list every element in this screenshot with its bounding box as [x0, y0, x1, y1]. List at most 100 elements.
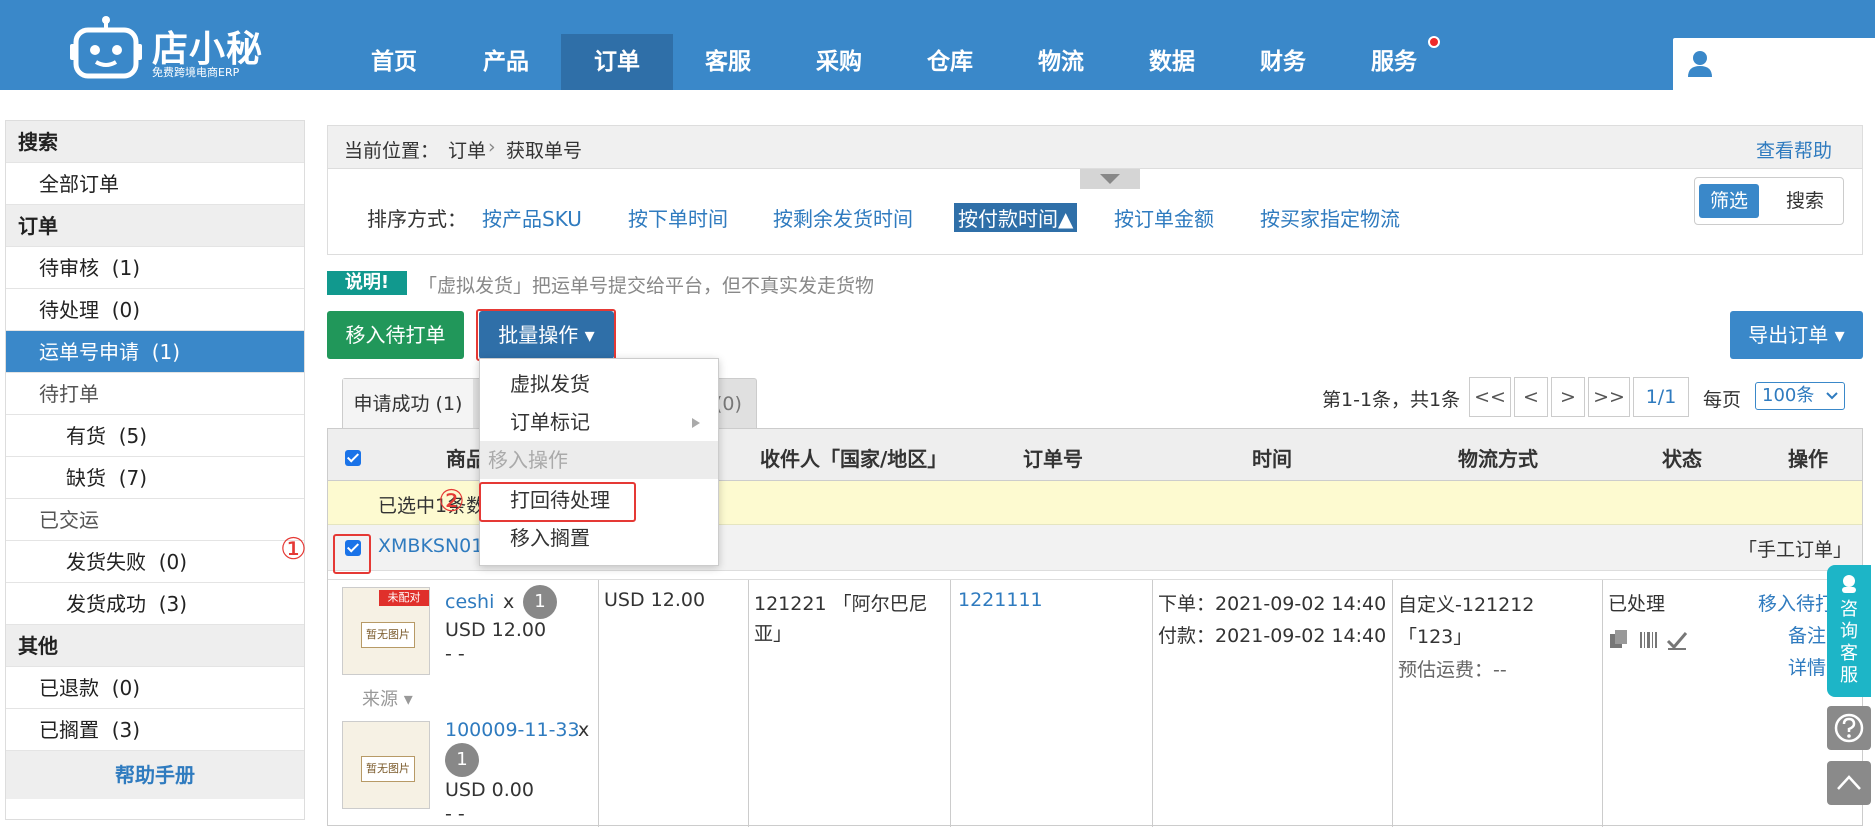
nav-finance[interactable]: 财务 [1227, 34, 1339, 90]
source-dropdown[interactable]: 来源 ▾ [362, 685, 413, 711]
question-icon [1834, 713, 1864, 743]
sort-by-pay-time[interactable]: 按付款时间▲ [954, 203, 1078, 232]
sidebar-item-in-stock[interactable]: 有货 (5) [6, 415, 304, 457]
per-page-value: 100条 [1762, 385, 1815, 406]
sidebar-item-ship-failed[interactable]: 发货失败 (0) [6, 541, 304, 583]
breadcrumb-order[interactable]: 订单 [448, 136, 486, 163]
move-to-print-button[interactable]: 移入待打单 [327, 311, 464, 359]
menu-item-virtual-ship[interactable]: 虚拟发货 [480, 365, 718, 403]
unmatched-tag: 未配对 [379, 590, 429, 606]
sort-by-buyer-logistics[interactable]: 按买家指定物流 [1260, 203, 1400, 232]
nav-purchase[interactable]: 采购 [783, 34, 895, 90]
nav-product[interactable]: 产品 [450, 34, 562, 90]
sidebar-head-other: 其他 [6, 625, 304, 667]
check-icon [1666, 632, 1688, 650]
sidebar-item-waybill-apply[interactable]: 运单号申请 (1) [6, 331, 304, 373]
sidebar-item-label: 已交运 [39, 508, 99, 532]
sidebar-item-count: (0) [111, 298, 141, 322]
sidebar-item-count: (0) [158, 550, 188, 574]
sidebar-help-manual[interactable]: 帮助手册 [6, 751, 304, 799]
sidebar-item-all-orders[interactable]: 全部订单 [6, 163, 304, 205]
nav-home[interactable]: 首页 [338, 34, 450, 90]
sidebar-item-count: (5) [118, 424, 148, 448]
recipient: 121221 「阿尔巴尼亚」 [754, 593, 928, 645]
note-badge: 说明! [327, 271, 407, 295]
sort-by-order-time[interactable]: 按下单时间 [628, 203, 728, 232]
sidebar-item-label: 待处理 [39, 298, 99, 322]
tab-apply-success[interactable]: 申请成功 (1) [343, 379, 473, 429]
sidebar-item-out-of-stock[interactable]: 缺货 (7) [6, 457, 304, 499]
menu-item-move-hold[interactable]: 移入搁置 [480, 519, 718, 557]
sort-by-remaining-time[interactable]: 按剩余发货时间 [773, 203, 913, 232]
sort-label: 排序方式： [367, 207, 467, 231]
pager-current: 1/1 [1633, 377, 1689, 417]
copy-icon [1610, 630, 1627, 648]
top-navbar: 店小秘 免费跨境电商ERP 首页 产品 订单 客服 采购 仓库 物流 数据 财务… [0, 0, 1875, 90]
tab-other-count[interactable]: (0) [715, 393, 742, 415]
status-icons [1610, 630, 1688, 650]
order-time: 下单：2021-09-02 14:40 [1158, 593, 1387, 615]
help-link[interactable]: 查看帮助 [1756, 136, 1832, 163]
sidebar-item-label: 有货 [66, 424, 106, 448]
export-orders-button[interactable]: 导出订单 ▾ [1730, 311, 1863, 359]
pager-last[interactable]: >> [1588, 377, 1630, 417]
highlight-order-checkbox [333, 534, 371, 574]
highlight-return-pending [479, 482, 636, 522]
pager-first[interactable]: << [1469, 377, 1511, 417]
help-float-button[interactable] [1827, 706, 1871, 750]
sidebar-item-shipped[interactable]: 已交运 [6, 499, 304, 541]
sidebar-item-count: (7) [118, 466, 148, 490]
sidebar-item-on-hold[interactable]: 已搁置 (3) [6, 709, 304, 751]
collapse-toggle[interactable] [1080, 169, 1140, 189]
select-all-checkbox[interactable] [345, 450, 361, 466]
sidebar-item-pending-review[interactable]: 待审核 (1) [6, 247, 304, 289]
search-button[interactable]: 搜索 [1775, 184, 1835, 218]
product-extra: - - [445, 643, 465, 665]
qty-times: x [503, 591, 515, 613]
nav-customer-service[interactable]: 客服 [672, 34, 784, 90]
header-time: 时间 [1252, 447, 1292, 471]
annotation-1: ① [280, 532, 307, 567]
menu-item-label: 订单标记 [510, 410, 590, 434]
sidebar-item-refunded[interactable]: 已退款 (0) [6, 667, 304, 709]
nav-logistics[interactable]: 物流 [1005, 34, 1117, 90]
sidebar-item-to-print[interactable]: 待打单 [6, 373, 304, 415]
product-name-link[interactable]: 100009-11-33 [445, 719, 580, 741]
breadcrumb-current: 获取单号 [506, 140, 583, 162]
order-id-link[interactable]: XMBKSN01 [378, 535, 483, 557]
col-divider [950, 579, 951, 827]
op-detail[interactable]: 详情 [1788, 653, 1826, 680]
sidebar-item-count: (1) [151, 340, 181, 364]
col-divider [598, 579, 599, 827]
product-price: USD 12.00 [445, 619, 547, 641]
sidebar-item-label: 已退款 [39, 676, 99, 700]
filter-button[interactable]: 筛选 [1699, 184, 1759, 218]
sidebar-item-pending-process[interactable]: 待处理 (0) [6, 289, 304, 331]
sidebar-item-count: (3) [111, 718, 141, 742]
sidebar-item-label: 待打单 [39, 382, 99, 406]
breadcrumb-separator: › [488, 136, 496, 158]
sort-by-sku[interactable]: 按产品SKU [482, 203, 582, 232]
nav-warehouse[interactable]: 仓库 [894, 34, 1006, 90]
back-to-top-button[interactable] [1827, 761, 1871, 805]
no-image-label: 暂无图片 [361, 756, 415, 782]
customer-service-float[interactable]: 咨询客服 [1827, 565, 1871, 697]
per-page-select[interactable]: 100条 [1755, 382, 1845, 410]
pager-prev[interactable]: < [1514, 377, 1548, 417]
sidebar-item-label: 运单号申请 [39, 340, 139, 364]
header-order-no: 订单号 [1023, 447, 1083, 471]
user-menu[interactable] [1673, 38, 1875, 90]
pager-next[interactable]: > [1551, 377, 1585, 417]
brand-logo[interactable]: 店小秘 免费跨境电商ERP [70, 10, 270, 80]
sidebar-item-ship-success[interactable]: 发货成功 (3) [6, 583, 304, 625]
nav-order[interactable]: 订单 [561, 34, 673, 90]
menu-item-order-mark[interactable]: 订单标记 [480, 403, 718, 441]
product-name-link[interactable]: ceshi [445, 591, 494, 613]
customer-service-label: 咨询客服 [1840, 599, 1858, 686]
nav-data[interactable]: 数据 [1116, 34, 1228, 90]
op-remark[interactable]: 备注 [1788, 621, 1826, 648]
no-image-label: 暂无图片 [361, 622, 415, 648]
sort-by-amount[interactable]: 按订单金额 [1114, 203, 1214, 232]
order-number-link[interactable]: 1221111 [958, 589, 1043, 611]
sidebar: 搜索 全部订单 订单 待审核 (1) 待处理 (0) 运单号申请 (1) 待打单… [5, 120, 305, 820]
